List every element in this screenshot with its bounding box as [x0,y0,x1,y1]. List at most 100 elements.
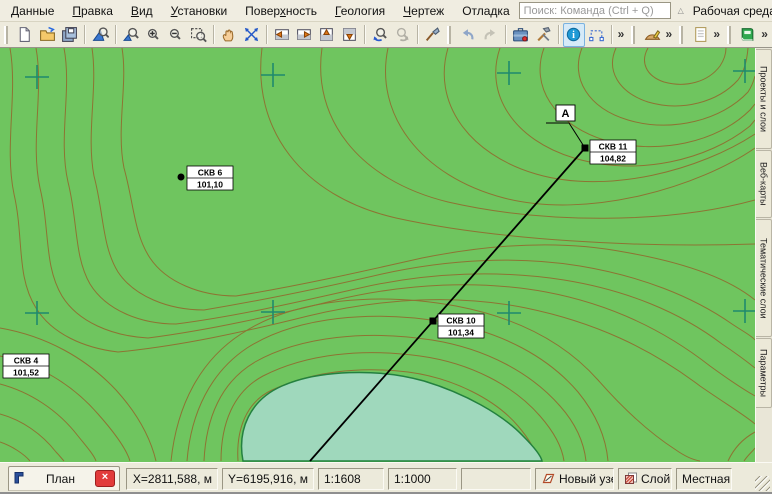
zoom-in-button[interactable] [142,23,165,47]
toolbar-separator [213,25,215,44]
window-resize-grip[interactable] [755,476,770,491]
borehole-point[interactable] [178,174,185,181]
status-coordinate-system[interactable]: Местная [676,468,732,490]
view-right-button[interactable] [293,23,316,47]
layer-icon [624,472,638,485]
menu-item[interactable]: Данные [2,1,63,21]
status-y-coordinate: Y=6195,916, м [222,468,314,490]
save-all-button[interactable] [59,23,82,47]
status-edit-mode[interactable]: Новый узел [535,468,614,490]
new-document-button[interactable] [14,23,37,47]
sidebar-tab-3[interactable]: Тематические слои [756,219,772,337]
toolbar-separator [611,25,613,44]
zoom-window-button[interactable] [187,23,210,47]
toolbar-separator [417,25,419,44]
zoom-object-button[interactable] [120,23,143,47]
map-canvas[interactable]: АСКВ 6101,10СКВ 11104,82СКВ 10101,34СКВ … [0,48,755,462]
zoom-next-button[interactable] [391,23,414,47]
tools-button[interactable] [532,23,555,47]
toolbar-grip-handle[interactable] [4,26,11,44]
toolbar-grip-handle[interactable] [679,26,686,44]
toolbar: i » » » » [0,22,772,48]
toolbar-overflow-button[interactable]: » [711,27,724,43]
redo-button[interactable] [479,23,502,47]
view-down-button[interactable] [338,23,361,47]
toolbar-separator [558,25,560,44]
application-window: { "menu": { "items": [ {"label":"Данные"… [0,0,772,494]
menu-item[interactable]: Отладка [453,1,518,21]
sidebar-tab-2[interactable]: Веб-карты [756,150,772,218]
toolbar-separator [84,25,86,44]
svg-text:А: А [562,108,570,120]
svg-text:104,82: 104,82 [600,154,626,164]
edit-mode-label: Новый узел [559,472,614,486]
command-search-input[interactable] [519,2,671,19]
sidebar-tab-1[interactable]: Проекты и слои [756,49,772,149]
menubar: ДанныеПравкаВидУстановкиПоверхностьГеоло… [0,0,772,22]
borehole-point[interactable] [582,145,589,152]
toolbar-separator [266,25,268,44]
view-up-button[interactable] [316,23,339,47]
borehole-label: СКВ 4 101,52 [3,354,49,378]
borehole-label: СКВ 6 101,10 [187,166,233,190]
open-folder-button[interactable] [36,23,59,47]
toolbar-overflow-button[interactable]: » [616,27,629,43]
svg-text:101,52: 101,52 [13,368,39,378]
svg-text:i: i [572,30,575,41]
toolbar-overflow-button[interactable]: » [759,27,772,43]
zoom-out-button[interactable] [165,23,188,47]
menu-item[interactable]: Чертеж [394,1,453,21]
zoom-selection-button[interactable] [89,23,112,47]
book-button[interactable] [737,23,760,47]
sheet-button[interactable] [689,23,712,47]
view-tab-label: План [26,472,95,486]
svg-text:101,34: 101,34 [448,328,474,338]
view-tab-plan[interactable]: План × [8,466,120,491]
map-svg[interactable]: АСКВ 6101,10СКВ 11104,82СКВ 10101,34СКВ … [0,48,755,462]
toolbar-grip-handle[interactable] [447,26,454,44]
menu-item[interactable]: Поверхность [236,1,326,21]
menu-item[interactable]: Геология [326,1,394,21]
surface-button[interactable] [641,23,664,47]
plan-icon [13,471,26,487]
zoom-previous-button[interactable] [369,23,392,47]
layer-label: Слой1 [641,472,672,486]
toolbar-separator [505,25,507,44]
svg-text:101,10: 101,10 [197,180,223,190]
new-node-icon [541,472,556,485]
project-case-button[interactable] [510,23,533,47]
menu-item[interactable]: Вид [122,1,162,21]
status-document-scale[interactable]: 1:1000 [388,468,457,490]
status-view-scale: 1:1608 [318,468,384,490]
edit-nodes-button[interactable] [585,23,608,47]
toolbar-separator [364,25,366,44]
status-active-layer[interactable]: Слой1 [618,468,672,490]
workspace-menu[interactable]: Рабочая среда▾ [691,2,772,20]
section-label: А [556,105,575,121]
pan-hand-button[interactable] [218,23,241,47]
borehole-point[interactable] [430,318,437,325]
svg-text:СКВ 11: СКВ 11 [599,142,628,152]
menu-item[interactable]: Правка [63,1,122,21]
sidebar-tab-4[interactable]: Параметры [756,338,772,408]
status-empty-field [461,468,531,490]
info-button[interactable]: i [563,23,586,47]
fit-extents-button[interactable] [240,23,263,47]
borehole-label: СКВ 11 104,82 [590,140,636,164]
close-view-button[interactable]: × [95,470,115,487]
toolbar-grip-handle[interactable] [727,26,734,44]
toolbar-separator [115,25,117,44]
svg-text:СКВ 10: СКВ 10 [446,316,476,326]
toolbar-grip-handle[interactable] [631,26,638,44]
borehole-label: СКВ 10 101,34 [438,314,484,338]
status-x-coordinate: X=2811,588, м [126,468,218,490]
toolbar-overflow-button[interactable]: » [663,27,676,43]
right-panel-tabs: Проекты и слоиВеб-картыТематические слои… [755,48,772,462]
menu-item[interactable]: Установки [162,1,237,21]
refresh-brush-button[interactable] [422,23,445,47]
view-left-button[interactable] [271,23,294,47]
search-options-icon[interactable]: △ [671,6,691,15]
svg-text:СКВ 6: СКВ 6 [198,168,223,178]
undo-button[interactable] [457,23,480,47]
svg-text:СКВ 4: СКВ 4 [14,356,39,366]
